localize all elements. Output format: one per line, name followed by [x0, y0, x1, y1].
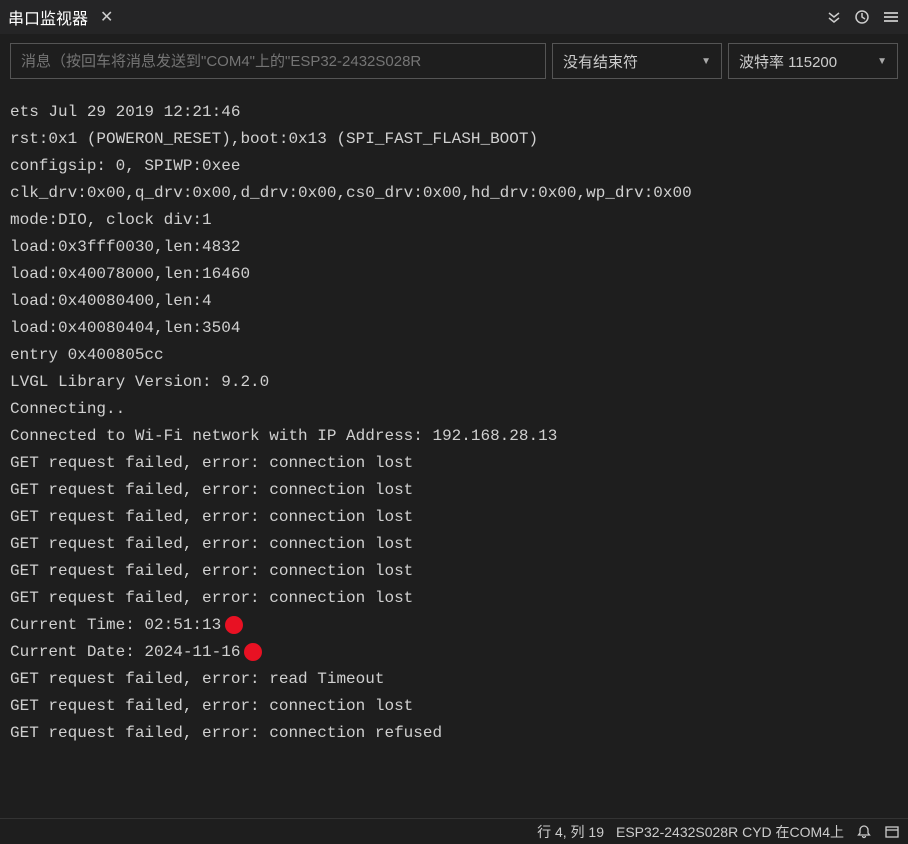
console-line: ets Jul 29 2019 12:21:46: [10, 99, 898, 126]
console-output[interactable]: ets Jul 29 2019 12:21:46rst:0x1 (POWERON…: [0, 87, 908, 818]
console-line: entry 0x400805cc: [10, 342, 898, 369]
line-ending-label: 没有结束符: [563, 51, 638, 72]
close-icon[interactable]: ✕: [96, 7, 117, 27]
console-line: mode:DIO, clock div:1: [10, 207, 898, 234]
message-input[interactable]: [10, 43, 546, 79]
console-line: configsip: 0, SPIWP:0xee: [10, 153, 898, 180]
statusbar: 行 4, 列 19 ESP32-2432S028R CYD 在COM4上: [0, 818, 908, 844]
annotation-dot-icon: [225, 616, 243, 634]
chevron-down-icon: ▼: [701, 56, 711, 67]
console-line: load:0x3fff0030,len:4832: [10, 234, 898, 261]
annotation-dot-icon: [244, 643, 262, 661]
console-line: GET request failed, error: connection lo…: [10, 531, 898, 558]
console-line: Current Date: 2024-11-16: [10, 639, 898, 666]
titlebar: 串口监视器 ✕: [0, 0, 908, 35]
console-line: GET request failed, error: read Timeout: [10, 666, 898, 693]
console-line: GET request failed, error: connection lo…: [10, 504, 898, 531]
console-line: GET request failed, error: connection lo…: [10, 477, 898, 504]
chevron-down-icon: ▼: [877, 56, 887, 67]
console-line: GET request failed, error: connection re…: [10, 720, 898, 747]
console-line: rst:0x1 (POWERON_RESET),boot:0x13 (SPI_F…: [10, 126, 898, 153]
menu-icon[interactable]: [882, 9, 900, 25]
device-info[interactable]: ESP32-2432S028R CYD 在COM4上: [616, 822, 844, 842]
console-line: Connecting..: [10, 396, 898, 423]
console-line: load:0x40078000,len:16460: [10, 261, 898, 288]
baud-rate-label: 波特率 115200: [739, 51, 837, 72]
toolbar: 没有结束符 ▼ 波特率 115200 ▼: [0, 35, 908, 87]
console-line: clk_drv:0x00,q_drv:0x00,d_drv:0x00,cs0_d…: [10, 180, 898, 207]
chevron-down-double-icon[interactable]: [826, 9, 842, 25]
titlebar-left: 串口监视器 ✕: [8, 5, 117, 29]
panel-title: 串口监视器: [8, 5, 88, 29]
cursor-position[interactable]: 行 4, 列 19: [537, 822, 604, 842]
console-line: load:0x40080400,len:4: [10, 288, 898, 315]
console-line: GET request failed, error: connection lo…: [10, 558, 898, 585]
clock-icon[interactable]: [854, 9, 870, 25]
console-line: Current Time: 02:51:13: [10, 612, 898, 639]
window-icon[interactable]: [884, 824, 900, 840]
console-line: GET request failed, error: connection lo…: [10, 450, 898, 477]
console-line: GET request failed, error: connection lo…: [10, 585, 898, 612]
line-ending-dropdown[interactable]: 没有结束符 ▼: [552, 43, 722, 79]
titlebar-right: [826, 9, 900, 25]
console-line: load:0x40080404,len:3504: [10, 315, 898, 342]
bell-icon[interactable]: [856, 824, 872, 840]
console-line: Connected to Wi-Fi network with IP Addre…: [10, 423, 898, 450]
console-line: GET request failed, error: connection lo…: [10, 693, 898, 720]
console-line: LVGL Library Version: 9.2.0: [10, 369, 898, 396]
baud-rate-dropdown[interactable]: 波特率 115200 ▼: [728, 43, 898, 79]
